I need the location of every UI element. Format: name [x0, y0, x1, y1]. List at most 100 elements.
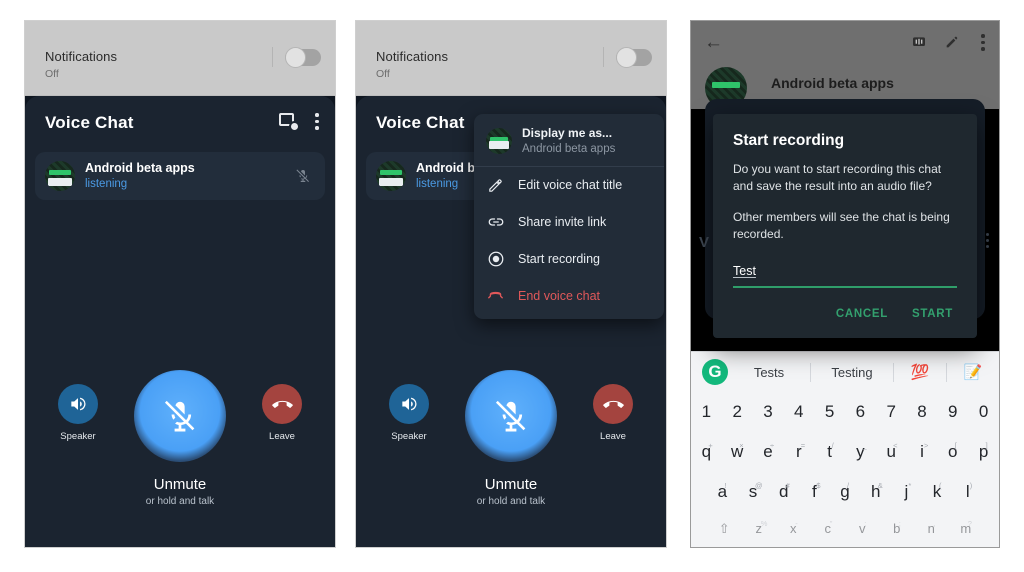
suggestion-2[interactable]: Testing	[811, 365, 893, 380]
key-2[interactable]: 2	[722, 402, 753, 422]
unmute-button[interactable]: Unmute or hold and talk	[134, 370, 226, 507]
key-5[interactable]: 5	[814, 402, 845, 422]
key-r[interactable]: = r	[783, 441, 814, 462]
call-controls: Speaker Unmute or hold and talk Leave	[356, 370, 666, 530]
key-8[interactable]: 8	[907, 402, 938, 422]
key-glyph: 1	[701, 402, 712, 421]
recording-name-value: Test	[733, 263, 756, 278]
key-glyph: 2	[732, 402, 742, 421]
key-glyph: 8	[917, 402, 927, 421]
menu-item-share-invite-link[interactable]: Share invite link	[474, 204, 664, 241]
key-superscript: ;	[898, 519, 901, 528]
keyboard-row-bottom: ⇧ % z - x " c: v; b, n? m	[691, 512, 999, 546]
voice-chat-title: Voice Chat	[45, 113, 134, 132]
key-glyph: 5	[824, 402, 835, 421]
overflow-menu-icon[interactable]	[311, 112, 323, 131]
leave-button[interactable]: Leave	[247, 384, 317, 442]
avatar	[45, 161, 75, 191]
key-z[interactable]: % z	[742, 519, 777, 538]
participant-row[interactable]: Android beta apps listening	[35, 152, 325, 200]
key-superscript: =	[800, 441, 806, 450]
emoji-suggestion-1[interactable]: 💯	[894, 363, 946, 381]
key-l[interactable]: ) l	[952, 481, 983, 502]
key-0[interactable]: 0	[968, 402, 999, 422]
key-n[interactable]: ,n	[914, 519, 949, 538]
notifications-toggle[interactable]	[616, 47, 652, 68]
key-q[interactable]: + q	[691, 441, 722, 462]
end-call-icon	[593, 384, 633, 424]
key-4[interactable]: 4	[783, 402, 814, 422]
key-6[interactable]: 6	[845, 402, 876, 422]
key-k[interactable]: (k	[922, 481, 953, 502]
phone-screenshot-2: Notifications Off Voice Chat Android bet…	[355, 20, 667, 548]
key-9[interactable]: 9	[937, 402, 968, 422]
leave-button[interactable]: Leave	[578, 384, 648, 442]
unmute-button[interactable]: Unmute or hold and talk	[465, 370, 557, 507]
notifications-toggle[interactable]	[285, 47, 321, 68]
overflow-menu-icon-behind[interactable]	[986, 233, 989, 248]
mic-off-icon	[164, 400, 195, 432]
key-1[interactable]: 1	[691, 402, 722, 422]
start-button[interactable]: START	[908, 304, 957, 324]
pencil-icon[interactable]	[944, 34, 960, 50]
voice-chat-title-behind: V	[699, 234, 710, 251]
key-w[interactable]: × w	[722, 441, 753, 462]
key-7[interactable]: 7	[876, 402, 907, 422]
menu-item-label: Edit voice chat title	[518, 178, 623, 193]
speaker-icon	[389, 384, 429, 424]
key-superscript: /	[847, 481, 850, 490]
suggestion-1[interactable]: Tests	[728, 365, 810, 380]
emoji-suggestion-2[interactable]: 📝	[947, 363, 999, 381]
menu-display-me-as-title: Display me as...	[522, 126, 613, 140]
chat-app-bar: ← Android beta apps	[691, 21, 999, 109]
key-s[interactable]: @ s	[738, 481, 769, 502]
overflow-menu-icon[interactable]	[977, 33, 989, 52]
key-t[interactable]: / t	[814, 441, 845, 462]
dialog-title: Start recording	[733, 132, 845, 149]
key-o[interactable]: [o	[937, 441, 968, 462]
key-3[interactable]: 3	[753, 402, 784, 422]
menu-item-end-voice-chat[interactable]: End voice chat	[474, 278, 664, 315]
voice-chat-icon[interactable]	[911, 34, 927, 50]
key-superscript: -	[795, 519, 798, 528]
divider	[272, 47, 273, 67]
key-c[interactable]: " c	[811, 519, 846, 538]
key-superscript: &	[877, 481, 883, 490]
key-y[interactable]: _ y	[845, 441, 876, 462]
menu-item-display-me-as[interactable]: Display me as... Android beta apps	[474, 120, 664, 167]
key-⇧[interactable]: ⇧	[707, 520, 742, 538]
key-u[interactable]: < u	[876, 441, 907, 462]
key-superscript: %	[760, 519, 768, 528]
key-superscript: :	[864, 519, 867, 528]
menu-item-edit-voice-chat-title[interactable]: Edit voice chat title	[474, 167, 664, 204]
cancel-button[interactable]: CANCEL	[832, 304, 892, 324]
key-v[interactable]: :v	[845, 519, 880, 538]
notifications-subtitle: Off	[376, 68, 390, 80]
key-i[interactable]: > i	[907, 441, 938, 462]
key-j[interactable]: * j	[891, 481, 922, 502]
key-superscript: ?	[967, 519, 972, 528]
key-g[interactable]: / g	[830, 481, 861, 502]
speaker-button[interactable]: Speaker	[374, 384, 444, 442]
key-m[interactable]: ? m	[949, 519, 984, 538]
key-b[interactable]: ; b	[880, 519, 915, 538]
key-h[interactable]: & h	[860, 481, 891, 502]
recording-name-input[interactable]: Test	[733, 262, 957, 288]
key-p[interactable]: ] p	[968, 441, 999, 462]
key-superscript: >	[923, 441, 929, 450]
key-superscript: [	[954, 441, 957, 450]
key-x[interactable]: -x	[776, 519, 811, 538]
back-arrow-icon[interactable]: ←	[704, 33, 723, 52]
cast-icon[interactable]	[279, 112, 298, 131]
call-controls: Speaker Unmute or hold and talk Leave	[25, 370, 335, 530]
voice-chat-header: Voice Chat	[25, 96, 335, 152]
key-d[interactable]: # d	[768, 481, 799, 502]
key-e[interactable]: ÷ e	[753, 441, 784, 462]
avatar	[486, 128, 512, 155]
key-a[interactable]: ! a	[707, 481, 738, 502]
grammarly-logo-icon[interactable]: G	[702, 359, 728, 385]
mic-off-icon	[296, 169, 309, 182]
speaker-button[interactable]: Speaker	[43, 384, 113, 442]
menu-item-start-recording[interactable]: Start recording	[474, 241, 664, 278]
key-f[interactable]: $ f	[799, 481, 830, 502]
